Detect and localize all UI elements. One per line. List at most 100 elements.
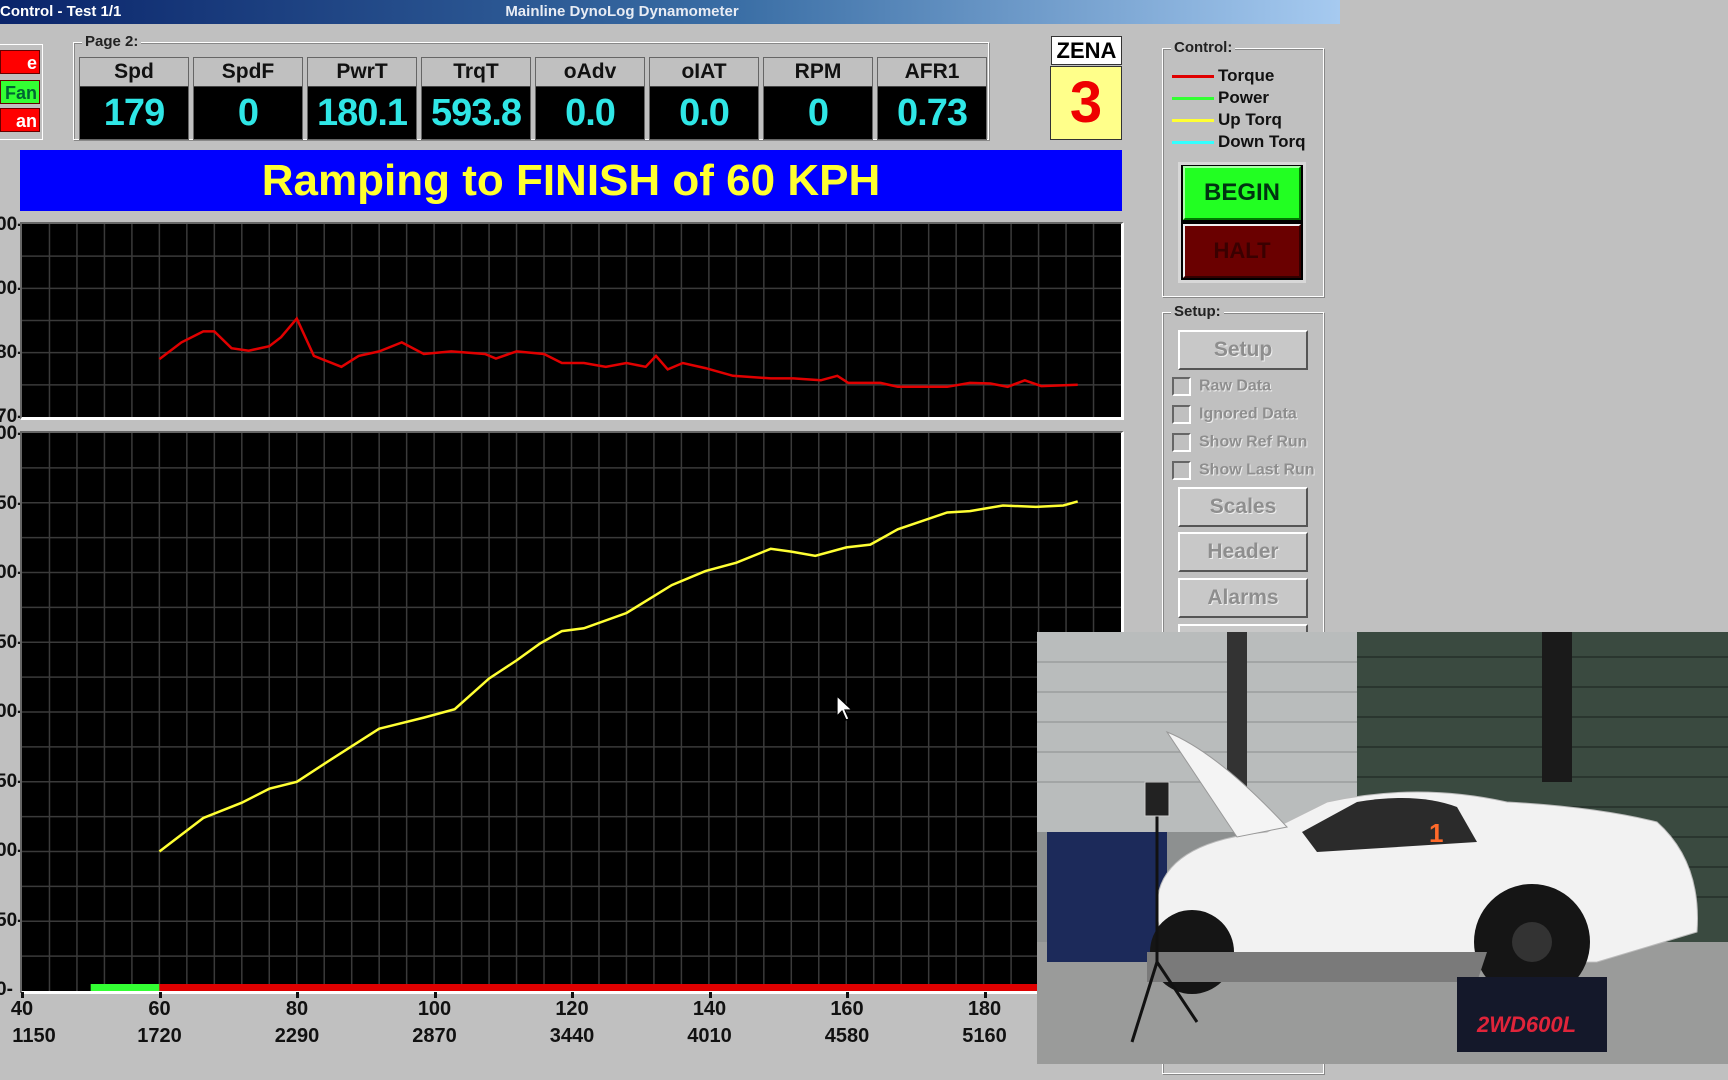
gauge-pwrt: PwrT 180.1 <box>307 57 417 140</box>
equipment-cabinet <box>1047 832 1167 962</box>
page-2-label: Page 2: <box>82 33 142 50</box>
x-tick-label-speed: 100 <box>417 998 452 1020</box>
checkbox-show-last-run[interactable]: Show Last Run <box>1172 461 1315 480</box>
gauge-value: 0 <box>764 87 872 139</box>
indicator-1[interactable]: e <box>0 50 40 74</box>
legend-item: Down Torq <box>1172 132 1306 152</box>
checkbox-label: Show Ref Run <box>1199 433 1308 451</box>
scales-button[interactable]: Scales <box>1178 487 1308 527</box>
gauge-name: RPM <box>764 58 872 87</box>
alarms-button[interactable]: Alarms <box>1178 578 1308 618</box>
x-tick-label-rpm: 3440 <box>549 1025 595 1047</box>
checkbox-label: Show Last Run <box>1199 461 1315 479</box>
x-tick-label-speed: 120 <box>555 998 589 1020</box>
up-torq-chart <box>20 431 1124 994</box>
zena-value: 3 <box>1050 66 1122 140</box>
x-tick-label-rpm: 1150 <box>12 1025 56 1047</box>
checkbox-box[interactable] <box>1172 433 1191 452</box>
setup-label: Setup: <box>1171 303 1224 320</box>
legend-swatch <box>1172 75 1214 79</box>
x-tick-label-speed: 160 <box>830 998 864 1020</box>
gauge-afr1: AFR1 0.73 <box>877 57 987 140</box>
indicator-fan[interactable]: Fan <box>0 80 40 104</box>
checkbox-show-ref-run[interactable]: Show Ref Run <box>1172 433 1307 452</box>
x-tick-mark <box>846 992 849 998</box>
page-2-group: Page 2: Spd 179 SpdF 0 PwrT 180.1 TrqT 593.8 oAd… <box>73 33 989 140</box>
gauge-name: oIAT <box>650 58 758 87</box>
x-tick-label-rpm: 4010 <box>687 1025 732 1047</box>
checkbox-box[interactable] <box>1172 377 1191 396</box>
x-tick-mark <box>433 992 437 998</box>
window-title: Control - Test 1/1 <box>0 3 122 20</box>
gauge-spd: Spd 179 <box>79 57 189 140</box>
x-tick-label-rpm: 2290 <box>274 1025 320 1047</box>
gauge-name: Spd <box>80 58 188 87</box>
x-tick-label-speed: 40 <box>10 998 34 1020</box>
checkbox-label: Raw Data <box>1199 377 1272 395</box>
x-tick-label-speed: 60 <box>148 998 171 1020</box>
gauge-name: oAdv <box>536 58 644 87</box>
gauge-trqt: TrqT 593.8 <box>421 57 531 140</box>
legend-swatch <box>1172 119 1214 123</box>
title-bar: Control - Test 1/1 Mainline DynoLog Dyna… <box>0 0 1340 24</box>
torque-chart-svg <box>22 224 1121 417</box>
torque-chart <box>20 222 1124 420</box>
progress-bar-red <box>159 984 1121 991</box>
gauge-rpm: RPM 0 <box>763 57 873 140</box>
legend-label: Up Torq <box>1218 110 1282 129</box>
x-tick-label-rpm: 1720 <box>137 1025 182 1047</box>
dyno-camera-feed: 1 2WD600L <box>1037 632 1728 1064</box>
up-torq-chart-svg <box>22 433 1121 991</box>
gauge-value: 0.0 <box>650 87 758 139</box>
header-button[interactable]: Header <box>1178 532 1308 572</box>
x-tick-mark <box>571 992 574 998</box>
gauge-name: SpdF <box>194 58 302 87</box>
camera-light <box>1144 781 1170 817</box>
x-tick-label-speed: 180 <box>967 998 1002 1020</box>
x-tick-mark <box>708 992 712 998</box>
progress-bar-green <box>90 984 160 991</box>
gauge-spdf: SpdF 0 <box>193 57 303 140</box>
checkbox-box[interactable] <box>1172 461 1191 480</box>
x-tick-mark <box>21 992 24 998</box>
mouse-cursor-icon <box>836 695 854 721</box>
x-tick-label-rpm: 2870 <box>412 1025 457 1047</box>
gauge-name: TrqT <box>422 58 530 87</box>
x-tick-mark <box>983 992 987 998</box>
checkbox-ignored-data[interactable]: Ignored Data <box>1172 405 1297 424</box>
checkbox-label: Ignored Data <box>1199 405 1297 423</box>
zena-label: ZENA <box>1051 36 1122 65</box>
begin-button[interactable]: BEGIN <box>1183 166 1301 220</box>
legend-label: Down Torq <box>1218 132 1306 151</box>
x-tick-label-speed: 140 <box>692 998 727 1020</box>
indicator-3[interactable]: an <box>0 108 40 132</box>
gauge-value: 179 <box>80 87 188 139</box>
checkbox-box[interactable] <box>1172 405 1191 424</box>
gauge-name: AFR1 <box>878 58 986 87</box>
car-number: 1 <box>1429 818 1443 848</box>
gauge-oadv: oAdv 0.0 <box>535 57 645 140</box>
x-tick-mark <box>158 992 162 998</box>
x-tick-mark <box>296 992 299 998</box>
app-title: Mainline DynoLog Dynamometer <box>505 3 739 20</box>
control-label: Control: <box>1171 39 1236 56</box>
legend-label: Power <box>1218 88 1270 107</box>
setup-button[interactable]: Setup <box>1178 330 1308 370</box>
dyno-lettering: 2WD600L <box>1476 1012 1576 1037</box>
legend-item: Up Torq <box>1172 110 1282 130</box>
x-tick-label-speed: 80 <box>285 998 309 1020</box>
halt-button[interactable]: HALT <box>1183 224 1301 278</box>
x-tick-label-rpm: 5160 <box>962 1025 1007 1047</box>
status-banner: Ramping to FINISH of 60 KPH <box>20 150 1122 211</box>
gauge-oiat: oIAT 0.0 <box>649 57 759 140</box>
legend-label: Torque <box>1218 66 1275 85</box>
gauge-value: 0 <box>194 87 302 139</box>
legend-swatch <box>1172 97 1214 101</box>
y-tick-label: 0- <box>0 979 13 1000</box>
legend-swatch <box>1172 141 1214 145</box>
legend-item: Power <box>1172 88 1269 108</box>
gauge-value: 0.73 <box>878 87 986 139</box>
gauge-value: 0.0 <box>536 87 644 139</box>
x-tick-label-rpm: 4580 <box>824 1025 870 1047</box>
checkbox-raw-data[interactable]: Raw Data <box>1172 377 1271 396</box>
